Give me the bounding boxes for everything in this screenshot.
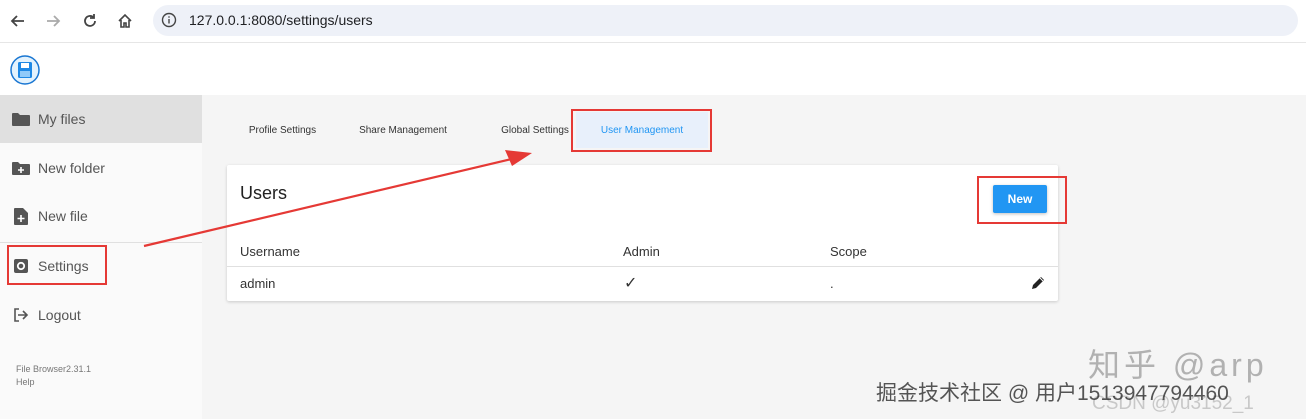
address-bar[interactable]: 127.0.0.1:8080/settings/users (153, 5, 1298, 36)
logout-icon (12, 306, 30, 324)
card-title: Users (240, 183, 288, 203)
sidebar-item-logout[interactable]: Logout (0, 291, 202, 339)
help-link[interactable]: Help (16, 376, 91, 389)
annotation-box-user-management (571, 109, 712, 152)
sidebar-item-new-file[interactable]: New file (0, 192, 202, 240)
sidebar-item-label: New file (38, 208, 88, 224)
info-icon[interactable] (161, 12, 177, 33)
file-plus-icon (12, 207, 30, 225)
tab-share-management[interactable]: Share Management (350, 112, 456, 148)
column-header-username: Username (240, 244, 300, 259)
annotation-box-new-button (977, 176, 1067, 224)
sidebar-footer: File Browser2.31.1 Help (16, 363, 91, 389)
home-icon[interactable] (112, 8, 138, 34)
sidebar-item-my-files[interactable]: My files (0, 95, 202, 143)
reload-icon[interactable] (77, 8, 103, 34)
sidebar-item-label: Logout (38, 307, 81, 323)
cell-admin-check: ✓ (624, 275, 638, 292)
sidebar-item-label: New folder (38, 160, 105, 176)
sidebar-item-label: My files (38, 111, 86, 127)
tab-profile-settings[interactable]: Profile Settings (234, 112, 331, 148)
column-header-admin: Admin (623, 244, 660, 259)
column-header-scope: Scope (830, 244, 867, 259)
version-text: File Browser2.31.1 (16, 364, 92, 374)
users-card: Users New Username Admin Scope admin ✓ . (227, 165, 1058, 301)
folder-plus-icon (12, 159, 30, 177)
folder-icon (12, 110, 30, 128)
browser-toolbar: 127.0.0.1:8080/settings/users (0, 0, 1306, 43)
edit-pencil-icon[interactable] (1030, 275, 1046, 291)
sidebar-item-new-folder[interactable]: New folder (0, 144, 202, 192)
forward-arrow-icon[interactable] (40, 8, 66, 34)
table-divider (227, 266, 1058, 267)
cell-username: admin (240, 276, 276, 291)
file-browser-logo-icon[interactable] (10, 55, 40, 85)
url-text[interactable]: 127.0.0.1:8080/settings/users (189, 12, 373, 28)
watermark-juejin: 掘金技术社区 @ 用户1513947794460 (876, 382, 1229, 405)
annotation-box-settings (7, 245, 107, 285)
cell-scope: . (830, 276, 834, 291)
app-header (0, 43, 1306, 95)
back-arrow-icon[interactable] (5, 8, 31, 34)
